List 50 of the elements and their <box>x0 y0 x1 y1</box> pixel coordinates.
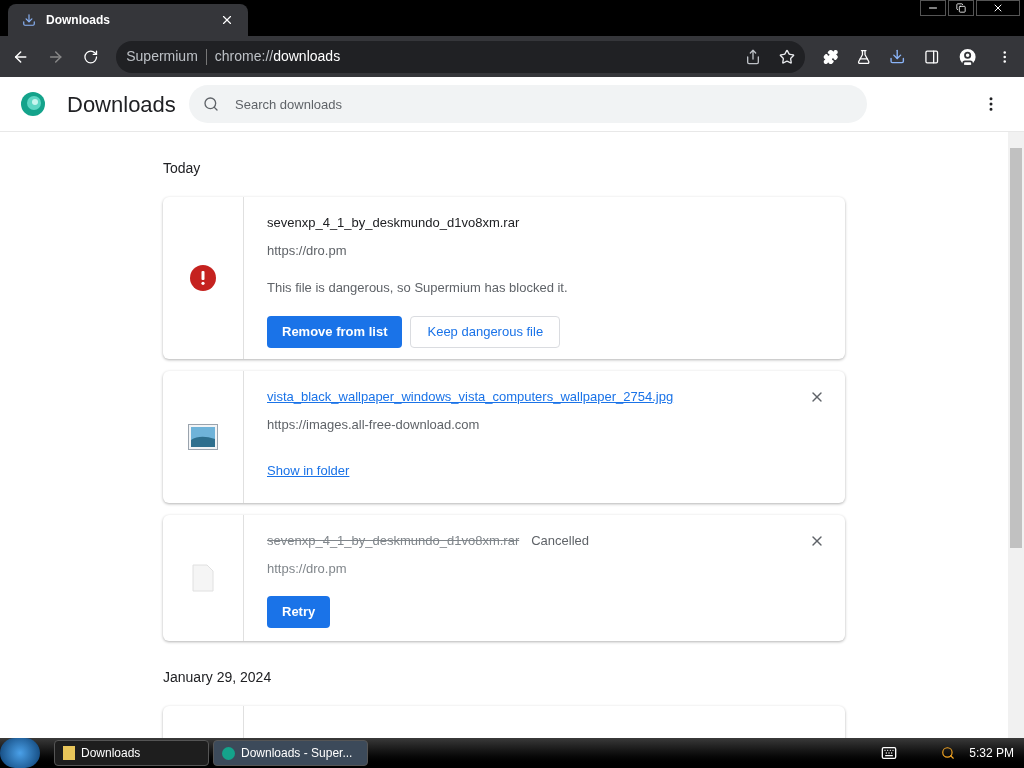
search-icon <box>203 96 219 112</box>
minimize-button[interactable] <box>920 0 946 16</box>
warning-message: This file is dangerous, so Supermium has blocked it. <box>267 279 569 297</box>
show-in-folder-link[interactable]: Show in folder <box>267 461 350 481</box>
search-field[interactable]: Search downloads <box>189 85 867 123</box>
file-name: sevenxp_4_1_by_deskmundo_d1vo8xm.rar <box>267 532 520 550</box>
source-url: https://images.all-free-download.com <box>267 415 481 434</box>
date-heading: Today <box>163 159 202 178</box>
start-button[interactable] <box>0 738 40 768</box>
browser-tab[interactable]: Downloads <box>8 4 248 36</box>
close-icon[interactable] <box>220 13 234 27</box>
site-name: Supermium <box>126 47 198 66</box>
taskbar-item[interactable]: Downloads - Super... <box>213 740 368 766</box>
restore-button[interactable] <box>948 0 974 16</box>
tab-title: Downloads <box>46 12 111 29</box>
search-icon <box>941 746 956 760</box>
restore-icon <box>956 3 966 13</box>
status-text: Cancelled <box>531 532 590 550</box>
download-icon[interactable] <box>889 48 906 65</box>
folder-icon <box>63 746 75 760</box>
source-url: https://dro.pm <box>267 559 348 578</box>
app-logo <box>20 91 46 117</box>
scrollbar[interactable] <box>1008 132 1024 738</box>
app-icon <box>222 746 235 760</box>
share-icon[interactable] <box>744 48 761 65</box>
clock: 5:32 PM <box>969 745 1014 762</box>
taskbar-label: Downloads - Super... <box>241 745 353 762</box>
source-url: https://dro.pm <box>267 241 348 260</box>
file-link[interactable]: vista_black_wallpaper_windows_vista_computers_wallpaper_2754.jpg <box>267 389 674 404</box>
retry-button[interactable]: Retry <box>267 596 331 628</box>
image-file-icon <box>188 424 218 450</box>
puzzle-icon[interactable] <box>822 48 838 65</box>
file-icon <box>192 564 214 592</box>
page-title: Downloads <box>67 90 177 119</box>
keep-button[interactable]: Keep dangerous file <box>410 315 561 348</box>
warning-icon <box>190 265 216 291</box>
address-bar[interactable]: Supermium chrome://downloads <box>116 40 805 73</box>
flask-icon[interactable] <box>856 48 872 65</box>
keyboard-icon <box>881 745 898 761</box>
taskbar-item[interactable]: Downloads <box>54 740 209 766</box>
star-icon[interactable] <box>778 48 795 65</box>
date-heading: January 29, 2024 <box>163 668 273 687</box>
reload-icon[interactable] <box>82 48 99 65</box>
close-icon <box>992 2 1004 14</box>
side-panel-icon[interactable] <box>923 48 940 65</box>
taskbar-label: Downloads <box>81 745 141 762</box>
file-name: sevenxp_4_1_by_deskmundo_d1vo8xm.rar <box>267 214 521 232</box>
url-text: chrome://downloads <box>214 47 342 66</box>
download-icon <box>22 13 36 27</box>
remove-button[interactable]: Remove from list <box>267 315 403 348</box>
